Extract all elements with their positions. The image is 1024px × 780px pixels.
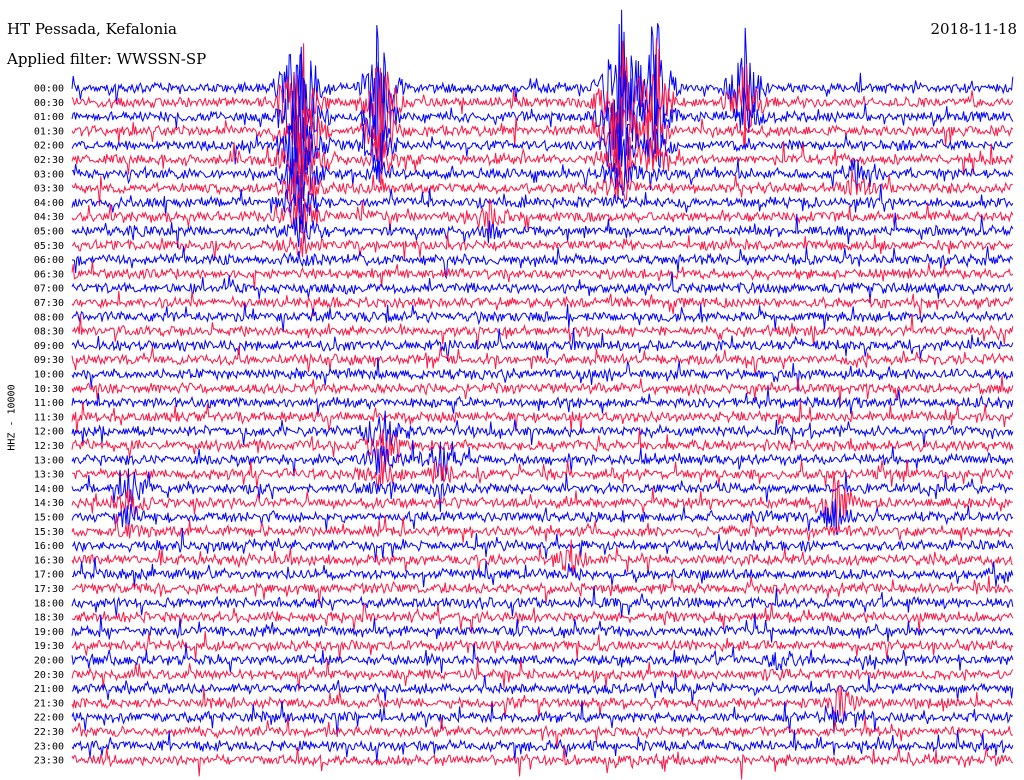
trace-row-0230 — [71, 115, 1014, 199]
row-label-1430: 14:30 — [34, 498, 64, 509]
row-label-0830: 08:30 — [34, 327, 64, 338]
row-label-0100: 01:00 — [34, 112, 64, 123]
row-label-0430: 04:30 — [34, 212, 64, 223]
trace-row-0430 — [71, 189, 1014, 235]
row-label-0400: 04:00 — [34, 198, 64, 209]
row-label-1030: 10:30 — [34, 384, 64, 395]
row-label-1000: 10:00 — [34, 370, 64, 381]
row-label-0130: 01:30 — [34, 126, 64, 137]
row-label-1530: 15:30 — [34, 527, 64, 538]
row-label-1330: 13:30 — [34, 470, 64, 481]
row-label-2300: 23:00 — [34, 741, 64, 752]
row-label-1930: 19:30 — [34, 641, 64, 652]
trace-row-2330 — [71, 746, 1014, 780]
row-label-1230: 12:30 — [34, 441, 64, 452]
row-label-0700: 07:00 — [34, 284, 64, 295]
row-label-1500: 15:00 — [34, 513, 64, 524]
row-label-1200: 12:00 — [34, 427, 64, 438]
trace-row-2300 — [71, 729, 1014, 762]
trace-row-0630 — [71, 260, 1014, 291]
trace-row-0330 — [71, 156, 1013, 221]
row-label-2130: 21:30 — [34, 698, 64, 709]
trace-row-0130 — [71, 83, 1014, 178]
row-label-1400: 14:00 — [34, 484, 64, 495]
row-label-1700: 17:00 — [34, 570, 64, 581]
trace-row-0100 — [71, 51, 1014, 170]
trace-row-0030 — [71, 38, 1014, 158]
row-label-1100: 11:00 — [34, 398, 64, 409]
trace-row-0000 — [71, 9, 1014, 162]
row-label-1130: 11:30 — [34, 412, 64, 423]
row-label-0230: 02:30 — [34, 155, 64, 166]
row-label-0730: 07:30 — [34, 298, 64, 309]
row-label-0800: 08:00 — [34, 312, 64, 323]
trace-row-1100 — [71, 387, 1014, 415]
trace-row-0400 — [71, 171, 1014, 233]
row-label-1900: 19:00 — [34, 627, 64, 638]
row-label-0930: 09:30 — [34, 355, 64, 366]
row-label-0500: 05:00 — [34, 227, 64, 238]
row-label-0600: 06:00 — [34, 255, 64, 266]
row-label-2100: 21:00 — [34, 684, 64, 695]
row-label-1800: 18:00 — [34, 598, 64, 609]
row-label-0200: 02:00 — [34, 141, 64, 152]
row-label-0330: 03:30 — [34, 184, 64, 195]
trace-row-0930 — [71, 345, 1014, 375]
row-label-2200: 22:00 — [34, 713, 64, 724]
row-label-2000: 20:00 — [34, 656, 64, 667]
row-label-0630: 06:30 — [34, 269, 64, 280]
row-label-2230: 22:30 — [34, 727, 64, 738]
row-label-2330: 23:30 — [34, 756, 64, 767]
row-label-1600: 16:00 — [34, 541, 64, 552]
trace-row-0900 — [71, 327, 1014, 361]
trace-row-0730 — [71, 290, 1014, 318]
trace-row-1630 — [71, 539, 1014, 576]
row-label-1630: 16:30 — [34, 555, 64, 566]
row-label-1300: 13:00 — [34, 455, 64, 466]
row-label-0530: 05:30 — [34, 241, 64, 252]
row-label-2030: 20:30 — [34, 670, 64, 681]
trace-row-1800 — [71, 586, 1014, 618]
row-label-1730: 17:30 — [34, 584, 64, 595]
row-label-0000: 00:00 — [34, 84, 64, 95]
trace-row-1930 — [71, 631, 1014, 661]
row-label-0300: 03:00 — [34, 169, 64, 180]
trace-row-0200 — [71, 96, 1013, 185]
row-label-0900: 09:00 — [34, 341, 64, 352]
row-label-1830: 18:30 — [34, 613, 64, 624]
trace-row-0530 — [71, 232, 1014, 261]
seismogram-plot: 00:00 00:30 01:00 01:30 02:00 02:30 03:00 03:30… — [34, 9, 1014, 780]
row-label-0030: 00:30 — [34, 98, 64, 109]
